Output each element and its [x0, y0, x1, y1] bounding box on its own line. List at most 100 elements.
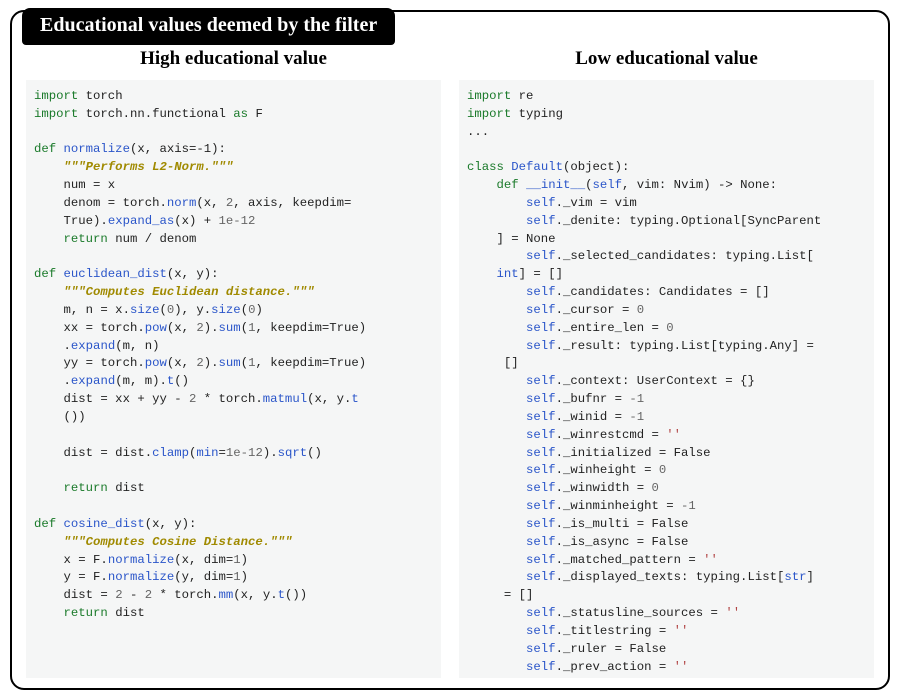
- code: ._selected_candidates: typing.List[: [556, 249, 814, 263]
- self: self: [526, 303, 556, 317]
- code: ._winrestcmd =: [556, 428, 667, 442]
- self: self: [593, 178, 623, 192]
- self: self: [526, 285, 556, 299]
- code: (x,: [167, 356, 197, 370]
- code: ._winminheight =: [556, 499, 681, 513]
- figure-frame: Educational values deemed by the filter …: [10, 10, 890, 690]
- code: (: [241, 321, 248, 335]
- right-column: Low educational value import re import t…: [459, 48, 874, 678]
- num: 1: [233, 570, 240, 584]
- code: (m, n): [115, 339, 159, 353]
- self: self: [526, 214, 556, 228]
- type: str: [784, 570, 806, 584]
- self: self: [526, 624, 556, 638]
- num: 2: [196, 321, 203, 335]
- ellipsis: ...: [526, 677, 548, 678]
- self: self: [526, 249, 556, 263]
- code: .: [64, 374, 71, 388]
- code-line: num = x: [64, 178, 116, 192]
- code: ()): [285, 588, 307, 602]
- code: dist: [108, 481, 145, 495]
- code: ._vim = vim: [556, 196, 637, 210]
- kw-class: class: [467, 160, 504, 174]
- class-name: Default: [511, 160, 563, 174]
- self: self: [526, 428, 556, 442]
- method: t: [278, 588, 285, 602]
- left-heading: High educational value: [26, 48, 441, 70]
- self: self: [526, 321, 556, 335]
- code: (x,: [196, 196, 226, 210]
- self: self: [526, 196, 556, 210]
- method: clamp: [152, 446, 189, 460]
- self: self: [526, 446, 556, 460]
- str: '': [666, 428, 681, 442]
- method: expand_as: [108, 214, 174, 228]
- method: size: [130, 303, 160, 317]
- code: (x,: [167, 321, 197, 335]
- params: (x, y):: [145, 517, 197, 531]
- code: xx = torch.: [64, 321, 145, 335]
- docstring: """Computes Euclidean distance.""": [64, 285, 315, 299]
- code: -: [123, 588, 145, 602]
- wrap: ]: [806, 570, 813, 584]
- code: ), y.: [174, 303, 211, 317]
- code: dist = xx + yy -: [64, 392, 189, 406]
- docstring: """Performs L2-Norm.""": [64, 160, 234, 174]
- num: 0: [659, 463, 666, 477]
- self: self: [526, 374, 556, 388]
- code: ._statusline_sources =: [556, 606, 726, 620]
- code-line: denom = torch.: [64, 196, 167, 210]
- code: ): [241, 553, 248, 567]
- num: 1e-12: [219, 214, 256, 228]
- code: ._winwidth =: [556, 481, 652, 495]
- code: .: [64, 339, 71, 353]
- code: (x) +: [174, 214, 218, 228]
- method: matmul: [263, 392, 307, 406]
- kw-import: import: [467, 107, 511, 121]
- code: dist = dist.: [64, 446, 153, 460]
- str: '': [703, 553, 718, 567]
- kw-def: def: [34, 517, 56, 531]
- code: ._cursor =: [556, 303, 637, 317]
- figure-title: Educational values deemed by the filter: [22, 8, 395, 45]
- method: sum: [219, 321, 241, 335]
- code: , keepdim=True): [255, 321, 366, 335]
- num: -1: [681, 499, 696, 513]
- wrap: ] = None: [497, 232, 556, 246]
- kw-as: as: [233, 107, 248, 121]
- num: 2: [145, 588, 152, 602]
- paren: (: [585, 178, 592, 192]
- kw-min: min: [196, 446, 218, 460]
- code: dist =: [64, 588, 116, 602]
- left-code: import torch import torch.nn.functional …: [26, 80, 441, 678]
- fn-name: __init__: [526, 178, 585, 192]
- code: (: [241, 303, 248, 317]
- kw-return: return: [64, 232, 108, 246]
- num: 1e-12: [226, 446, 263, 460]
- num: 2: [115, 588, 122, 602]
- code: ._denite: typing.Optional[SyncParent: [556, 214, 822, 228]
- code: ._initialized = False: [556, 446, 711, 460]
- code: yy = torch.: [64, 356, 145, 370]
- code: ._is_async = False: [556, 535, 689, 549]
- docstring: """Computes Cosine Distance.""": [64, 535, 293, 549]
- code: ._displayed_texts: typing.List[: [556, 570, 785, 584]
- right-code: import re import typing ... class Defaul…: [459, 80, 874, 678]
- wrap: ] = []: [519, 267, 563, 281]
- code: x = F.: [64, 553, 108, 567]
- mod: typing: [519, 107, 563, 121]
- fn-name: cosine_dist: [64, 517, 145, 531]
- params: , vim: Nvim) -> None:: [622, 178, 777, 192]
- code: m, n = x.: [64, 303, 130, 317]
- mod: torch: [86, 89, 123, 103]
- code: ._winid =: [556, 410, 630, 424]
- method: mm: [219, 588, 234, 602]
- num: -1: [629, 392, 644, 406]
- num: 1: [233, 553, 240, 567]
- code: ._context: UserContext = {}: [556, 374, 755, 388]
- code: , keepdim=True): [255, 356, 366, 370]
- code: (): [174, 374, 189, 388]
- columns: High educational value import torch impo…: [26, 48, 874, 678]
- str: '': [674, 660, 689, 674]
- num: 0: [666, 321, 673, 335]
